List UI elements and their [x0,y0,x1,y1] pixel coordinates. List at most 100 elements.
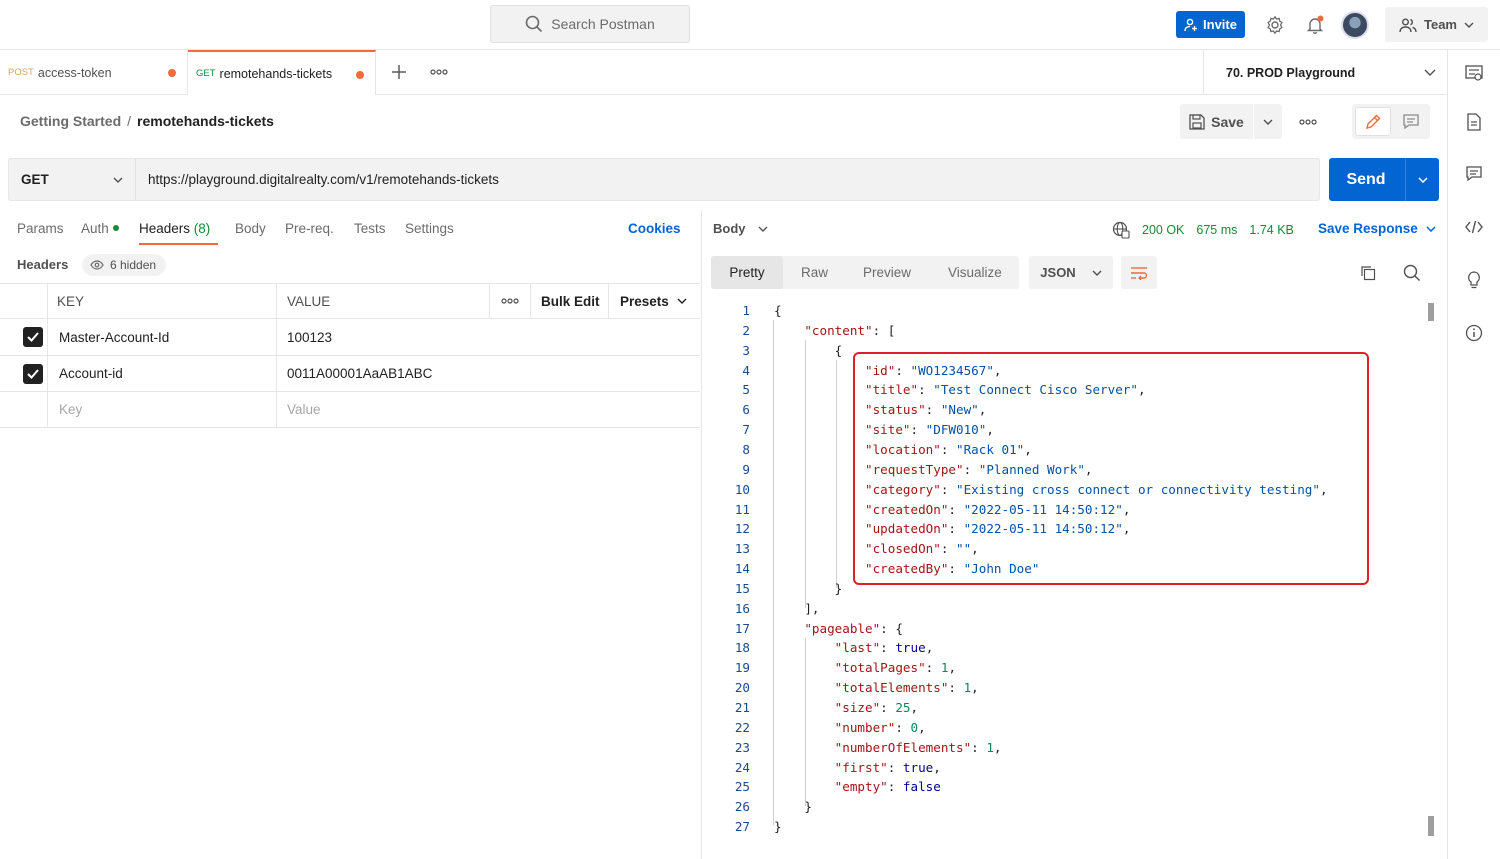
url-input[interactable]: https://playground.digitalrealty.com/v1/… [148,159,499,200]
line-number: 4 [742,362,750,378]
format-label: JSON [1040,265,1076,280]
scrollbar-thumb[interactable] [1428,303,1434,321]
breadcrumb: Getting Started / remotehands-tickets [20,113,274,129]
environment-icon[interactable] [1462,61,1486,85]
team-button[interactable]: Team [1385,7,1488,42]
breadcrumb-parent[interactable]: Getting Started [20,113,121,129]
lightbulb-icon[interactable] [1462,268,1486,292]
code-line: } [774,580,843,596]
comment-icon[interactable] [1462,162,1486,186]
tab-params[interactable]: Params [17,221,64,236]
line-number: 20 [734,680,750,696]
view-tab-visualize[interactable]: Visualize [948,256,1002,289]
tab-prereq[interactable]: Pre-req. [285,221,334,236]
code-line: "first": true, [834,759,941,775]
tab-method: POST [8,67,34,78]
line-number: 25 [734,779,750,795]
view-tab-preview[interactable]: Preview [863,256,911,289]
plus-icon[interactable] [390,63,408,81]
more-icon[interactable] [430,68,448,76]
chevron-down-icon [677,298,687,304]
avatar[interactable] [1341,11,1369,39]
format-select[interactable]: JSON [1029,256,1113,289]
invite-button[interactable]: Invite [1176,11,1245,38]
save-options-chevron-down-icon[interactable] [1254,119,1282,125]
column-value-header: VALUE [287,293,331,309]
new-key-input[interactable]: Key [59,392,82,427]
hidden-headers-toggle[interactable]: 6 hidden [82,254,167,276]
active-tab-indicator [139,243,218,245]
pencil-icon[interactable] [1355,107,1391,136]
response-body-dropdown[interactable]: Body [713,221,768,236]
highlight-annotation-box [853,352,1369,585]
line-number: 6 [742,402,750,418]
table-row-new: Key Value [0,392,700,428]
more-icon[interactable] [501,284,519,318]
tab-remotehands-tickets[interactable]: GET remotehands-tickets [188,50,376,95]
column-divider [276,392,277,427]
tab-body[interactable]: Body [235,221,266,236]
send-button[interactable]: Send [1329,158,1403,201]
line-number: 12 [734,521,750,537]
response-time[interactable]: 675 ms [1196,223,1237,237]
header-value-cell[interactable]: 0011A00001AaAB1ABC [287,356,432,391]
info-icon[interactable] [1462,321,1486,345]
environment-selector[interactable]: 70. PROD Playground [1203,50,1448,95]
globe-icon[interactable] [1112,221,1130,239]
unsaved-dot [356,71,364,79]
cookies-link[interactable]: Cookies [628,221,681,236]
header-value-cell[interactable]: 100123 [287,319,332,355]
header-key-cell[interactable]: Master-Account-Id [59,319,169,355]
column-divider [489,284,490,318]
tab-auth[interactable]: Auth [81,221,119,236]
comment-icon[interactable] [1394,107,1427,136]
response-size[interactable]: 1.74 KB [1249,223,1293,237]
column-divider [276,284,277,318]
presets-dropdown[interactable]: Presets [620,284,687,318]
bulk-edit-button[interactable]: Bulk Edit [541,284,600,318]
scrollbar-thumb[interactable] [1428,816,1434,836]
code-line: "size": 25, [834,700,919,715]
code-line: "totalPages": 1, [834,660,957,676]
status-code[interactable]: 200 OK [1142,223,1184,237]
save-response-label: Save Response [1318,221,1418,236]
row-checkbox[interactable] [23,319,43,355]
code-line: "empty": false [834,779,941,795]
response-view-tabs: Pretty Raw Preview Visualize [711,256,1019,289]
search-bar[interactable]: Search Postman [490,5,690,43]
column-divider [276,356,277,391]
code-icon[interactable] [1462,215,1486,239]
code-line: ], [774,600,820,616]
invite-label: Invite [1203,17,1237,32]
line-number: 5 [742,382,750,398]
more-icon[interactable] [1299,118,1317,126]
row-checkbox[interactable] [23,356,43,391]
save-button[interactable]: Save [1180,104,1254,139]
search-icon[interactable] [1403,264,1421,282]
line-number: 19 [734,660,750,676]
response-stats: 200 OK 675 ms 1.74 KB [1112,221,1294,239]
tab-access-token[interactable]: POST access-token [0,50,188,95]
save-response-button[interactable]: Save Response [1318,221,1436,236]
tab-headers[interactable]: Headers (8) [139,221,210,236]
method-select[interactable]: GET [9,159,136,200]
settings-gear-icon[interactable] [1262,12,1288,38]
tab-settings[interactable]: Settings [405,221,454,236]
tab-tests[interactable]: Tests [354,221,386,236]
new-value-input[interactable]: Value [287,392,321,427]
pane-divider[interactable] [701,210,702,859]
chevron-down-icon [758,226,768,232]
wrap-icon[interactable] [1121,256,1157,289]
headers-count: (8) [193,221,211,236]
document-icon[interactable] [1462,110,1486,134]
bell-icon[interactable] [1302,12,1328,38]
view-tab-raw[interactable]: Raw [801,256,828,289]
copy-icon[interactable] [1360,265,1376,281]
send-options-chevron-down-icon[interactable] [1405,158,1439,201]
breadcrumb-current[interactable]: remotehands-tickets [137,113,274,129]
view-tab-pretty[interactable]: Pretty [711,256,783,289]
add-user-icon [1184,18,1198,32]
chevron-down-icon [1464,22,1474,28]
header-key-cell[interactable]: Account-id [59,356,123,391]
column-divider [47,392,48,427]
